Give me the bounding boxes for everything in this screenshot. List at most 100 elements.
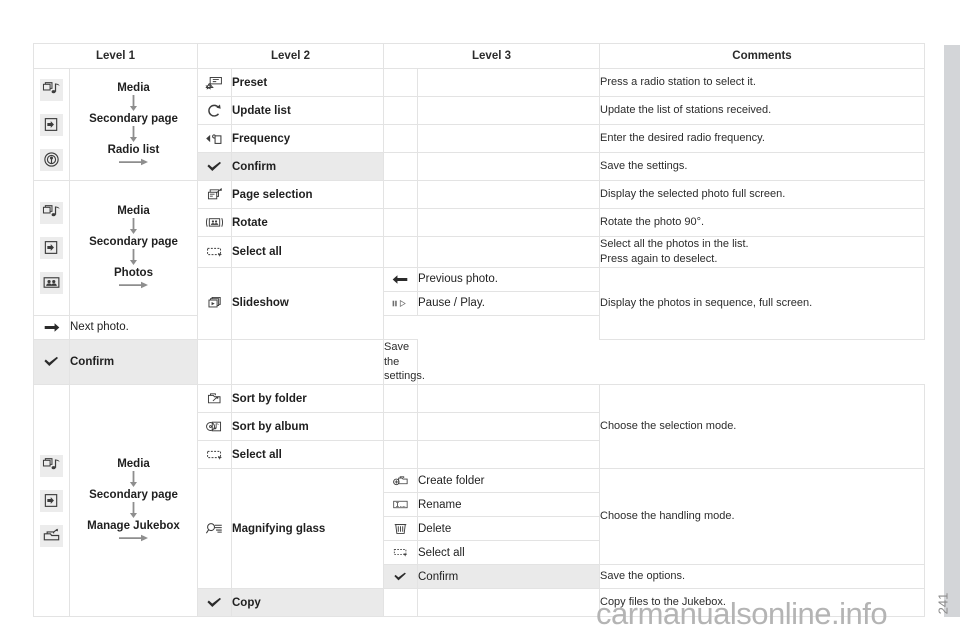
level3-label-empty [417,236,600,268]
level2-icon-rotate [197,208,232,237]
photo-people-icon [40,271,63,294]
comment-cell: Save the settings. [599,152,925,181]
path-step: Secondary page [89,112,178,125]
level2-label: Update list [231,96,384,125]
level3-label-empty [417,384,600,414]
level2-label: Confirm [69,338,198,386]
level3-icon-empty [383,236,418,268]
level3-icon-empty [383,412,418,442]
level2-icon-confirm [33,338,70,386]
comment-cell: Save the settings. [383,338,425,386]
comment-cell: Update the list of stations received. [599,96,925,125]
level2-label: Copy [231,588,384,618]
table-header-row: Level 1 Level 2 Level 3 Comments [33,43,925,69]
comment-cell: Choose the handling mode. [599,468,925,566]
comment-cell: Display the photos in sequence, full scr… [599,266,925,340]
level3-icon-previous-photo [383,266,418,292]
header-comments: Comments [599,43,925,69]
level3-label-empty [417,152,600,181]
level2-icon-select-all [197,236,232,268]
level2-label: Preset [231,68,384,97]
source-input-icon [40,236,63,259]
level3-label-empty [417,412,600,442]
comment-cell: Choose the selection mode. [599,384,925,470]
level2-icon-page-selection [197,180,232,209]
level3-label-empty [417,68,600,97]
arrow-down-icon [128,502,139,519]
level3-icon-rename [383,492,418,518]
level3-icon-empty [383,440,418,470]
level2-label: Confirm [231,152,384,181]
arrow-down-icon [128,471,139,488]
path-step: Photos [114,267,153,280]
source-input-icon [40,113,63,136]
comment-cell: Rotate the photo 90°. [599,208,925,237]
arrow-down-icon [128,249,139,266]
level3-icon-empty [383,68,418,97]
level2-icon-select-all [197,440,232,470]
level3-label-empty [417,124,600,153]
jukebox-manage-icon [40,524,63,547]
level2-label: Rotate [231,208,384,237]
comment-cell: Enter the desired radio frequency. [599,124,925,153]
media-functions-table: Level 1 Level 2 Level 3 Comments Media S… [33,43,925,618]
level2-label: Magnifying glass [231,468,384,590]
level3-icon-create-folder [383,468,418,494]
level3-icon-empty [383,208,418,237]
path-step: Media [117,205,150,218]
header-level1: Level 1 [33,43,198,69]
level2-icon-slideshow [197,266,232,340]
level3-icon-select-all [383,540,418,566]
level3-icon-delete [383,516,418,542]
table-row: Media Secondary page Photos Page selecti… [33,180,925,316]
level3-label-empty [231,338,384,386]
level2-label: Select all [231,236,384,268]
level3-icon-empty [383,180,418,209]
media-music-icon [40,454,63,477]
site-watermark: carmanualsonline.info [596,596,888,631]
level3-label: Previous photo. [417,266,600,292]
header-level3: Level 3 [383,43,600,69]
arrow-down-icon [128,94,139,112]
level2-icon-confirm [197,152,232,181]
arrow-right-icon [118,533,149,543]
comment-cell: Save the options. [599,564,925,590]
level2-label: Page selection [231,180,384,209]
media-music-icon [40,78,63,101]
level3-icon-pause-play [383,290,418,316]
arrow-right-icon [118,280,149,290]
level2-icon-update-list [197,96,232,125]
level3-label: Confirm [417,564,600,590]
level2-icon-copy [197,588,232,618]
level2-icon-frequency [197,124,232,153]
level1-path-manage-jukebox: Media Secondary page Manage Jukebox [69,384,198,618]
level3-icon-empty [383,384,418,414]
level2-icon-magnifying-glass [197,468,232,590]
page-edge-strip [944,45,960,617]
level2-label: Slideshow [231,266,384,340]
level3-icon-empty [383,152,418,181]
table-row: Media Secondary page Radio list Preset P… [33,68,925,181]
radio-antenna-icon [40,148,63,171]
path-step: Media [117,458,150,471]
level3-label: Next photo. [69,314,198,340]
level1-icons-manage-jukebox [33,384,70,618]
level3-label-empty [417,440,600,470]
level1-icons-photos [33,180,70,316]
level3-label: Create folder [417,468,600,494]
table-row: Confirm Save the settings. [33,338,925,386]
comment-cell: Display the selected photo full screen. [599,180,925,209]
level3-icon-empty [383,588,418,618]
arrow-down-icon [128,126,139,143]
header-level2: Level 2 [197,43,384,69]
source-input-icon [40,489,63,512]
level2-label: Sort by folder [231,384,384,414]
level2-icon-sort-by-album [197,412,232,442]
arrow-right-icon [118,157,149,167]
media-music-icon [40,201,63,224]
level1-icons-radio-list [33,68,70,181]
level3-label: Delete [417,516,600,542]
level3-icon-next-photo [33,314,70,340]
level3-label: Rename [417,492,600,518]
level2-icon-preset [197,68,232,97]
